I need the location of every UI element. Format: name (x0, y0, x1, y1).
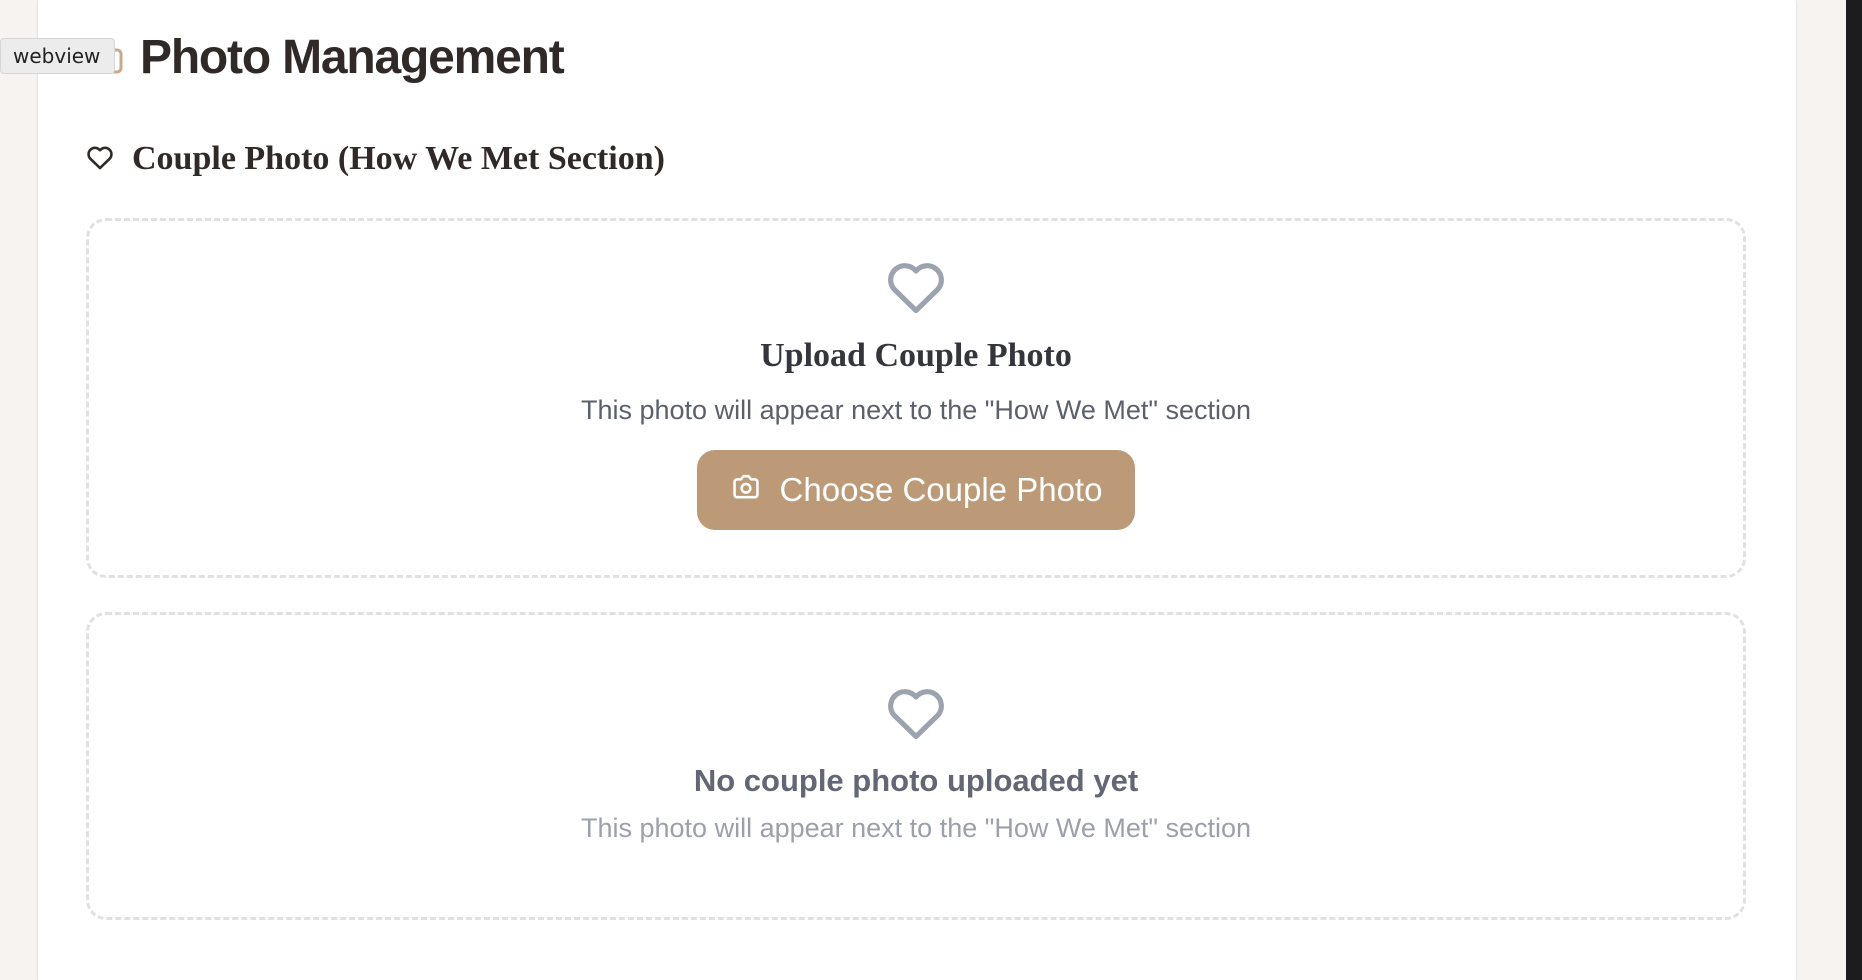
section-heading: Couple Photo (How We Met Section) (86, 140, 665, 178)
couple-photo-empty-state: No couple photo uploaded yet This photo … (86, 612, 1746, 920)
section-title: Couple Photo (How We Met Section) (132, 140, 665, 177)
webview-label: webview (0, 38, 116, 74)
upload-description: This photo will appear next to the "How … (581, 395, 1251, 425)
empty-state-description: This photo will appear next to the "How … (581, 813, 1251, 843)
upload-title: Upload Couple Photo (760, 337, 1072, 374)
upload-dropzone[interactable]: Upload Couple Photo This photo will appe… (86, 218, 1746, 578)
window-edge (1846, 0, 1862, 980)
empty-state-title: No couple photo uploaded yet (693, 763, 1139, 798)
camera-icon (730, 471, 762, 509)
choose-couple-photo-button[interactable]: Choose Couple Photo (696, 450, 1136, 530)
heart-icon (888, 263, 944, 314)
heart-icon (86, 144, 114, 175)
page-header: Photo Management (86, 30, 565, 85)
page-title: Photo Management (140, 31, 565, 84)
heart-icon (888, 689, 944, 740)
page: webview Photo Management Couple Photo (H… (0, 0, 1862, 980)
choose-couple-photo-label: Choose Couple Photo (779, 471, 1103, 508)
